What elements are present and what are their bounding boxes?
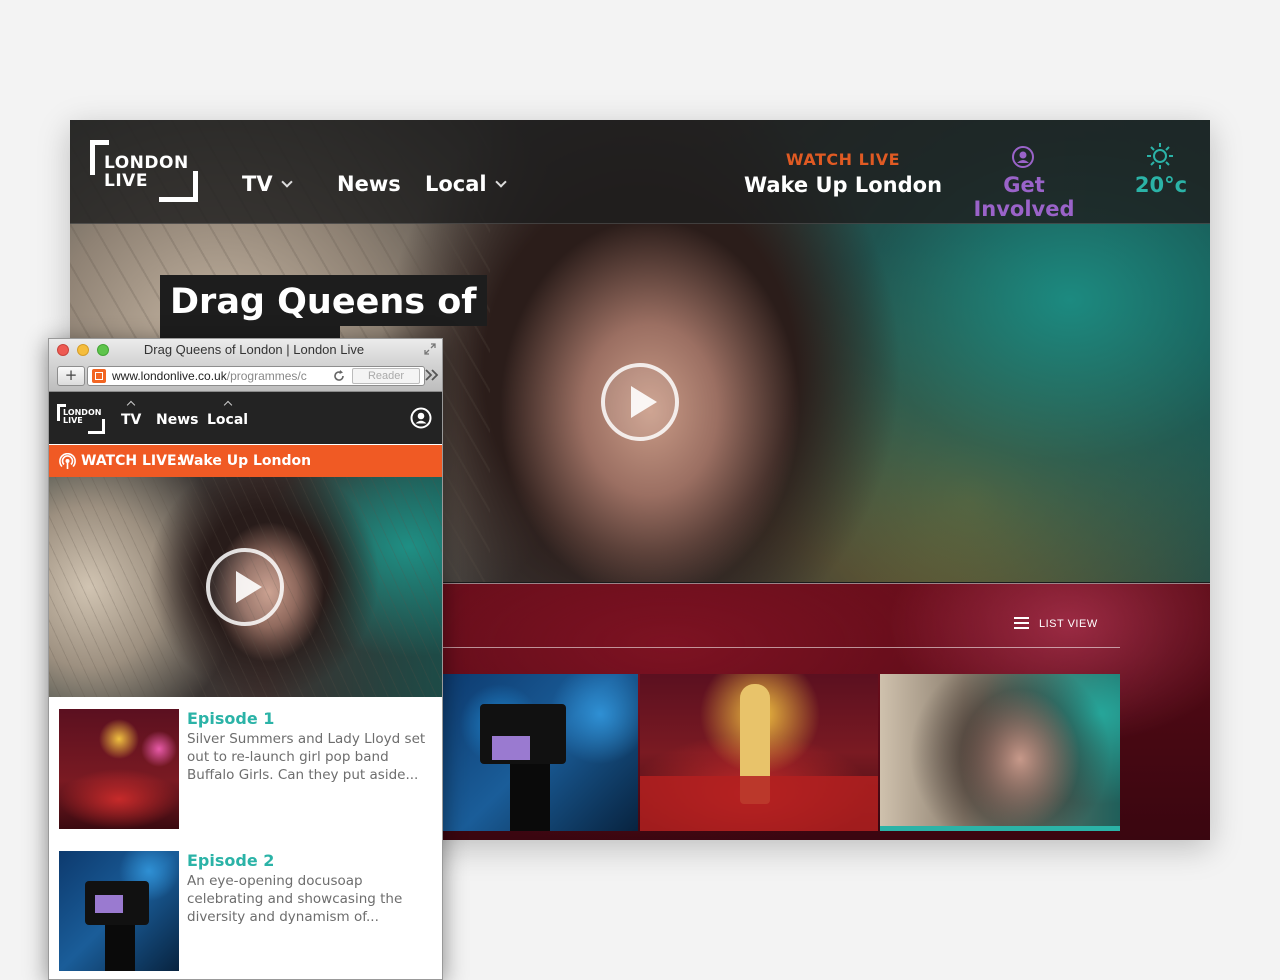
browser-window: Drag Queens of London | London Live + ww… (48, 338, 443, 980)
nav-news[interactable]: News (156, 412, 198, 428)
nav-news[interactable]: News (337, 172, 401, 196)
user-circle-icon[interactable] (410, 407, 432, 429)
nav-tv[interactable]: TV (242, 172, 293, 196)
divider (440, 647, 1120, 648)
episode-thumbnail-active[interactable] (880, 674, 1120, 831)
chevron-double-right-icon[interactable] (425, 369, 439, 381)
temperature: 20°c (1134, 173, 1188, 197)
url-host: www.londonlive.co.uk (112, 369, 227, 383)
camera-screen-shape (492, 736, 530, 760)
watch-live-show: Wake Up London (179, 453, 312, 469)
nav-tv[interactable]: TV (121, 400, 142, 428)
play-button-icon[interactable] (205, 547, 285, 627)
nav-local-label: Local (425, 172, 487, 196)
nav-local[interactable]: Local (425, 172, 507, 196)
reader-button[interactable]: Reader (352, 368, 420, 384)
close-icon[interactable] (57, 344, 69, 356)
user-circle-icon[interactable] (1012, 146, 1034, 168)
get-involved-link[interactable]: Get Involved (954, 173, 1094, 221)
nav-local-label: Local (207, 412, 249, 428)
minimize-icon[interactable] (77, 344, 89, 356)
browser-toolbar: + www.londonlive.co.uk/programmes/c Read… (49, 361, 442, 392)
episode-thumbnail[interactable] (640, 674, 878, 831)
watch-live-label: WATCH LIVE: (81, 453, 183, 469)
list-view-toggle[interactable]: LIST VIEW (1014, 617, 1098, 630)
top-navigation: LONDON LIVE TV News Local WATCH LIVE Wak… (70, 120, 1210, 224)
list-view-label: LIST VIEW (1039, 618, 1098, 630)
reload-icon[interactable] (332, 369, 346, 383)
add-bookmark-button[interactable]: + (57, 366, 85, 386)
episode-list: Episode 1 Silver Summers and Lady Lloyd … (49, 697, 442, 979)
nav-tv-label: TV (242, 172, 273, 196)
list-icon (1014, 617, 1029, 630)
london-live-logo[interactable]: LONDON LIVE (57, 404, 105, 434)
episode-thumbnail[interactable] (440, 674, 638, 831)
tripod-shape (510, 764, 550, 831)
chevron-down-icon (280, 176, 293, 188)
sofa-shape (640, 776, 878, 831)
mobile-navigation: LONDON LIVE TV News Local (49, 392, 442, 444)
logo-line-1: LONDON (104, 153, 189, 173)
chevron-up-icon (223, 400, 232, 410)
watch-live-label[interactable]: WATCH LIVE (758, 150, 928, 169)
camera-screen-shape (95, 895, 123, 913)
sun-icon (1147, 143, 1173, 169)
window-titlebar: Drag Queens of London | London Live (49, 339, 442, 361)
watch-live-show[interactable]: Wake Up London (740, 173, 946, 197)
chevron-up-icon (126, 400, 136, 410)
mobile-hero-image[interactable] (49, 477, 442, 697)
watch-live-bar[interactable]: WATCH LIVE: Wake Up London (49, 445, 442, 477)
episode-thumbnail[interactable] (59, 709, 179, 829)
episode-title[interactable]: Episode 1 (187, 709, 274, 728)
episode-thumbnail[interactable] (59, 851, 179, 971)
logo-text: LONDON LIVE (63, 409, 101, 425)
episode-title[interactable]: Episode 2 (187, 851, 274, 870)
london-live-logo[interactable]: LONDON LIVE (90, 140, 198, 202)
hero-title: Drag Queens of (160, 275, 487, 326)
url-path: /programmes/c (226, 369, 307, 383)
address-bar[interactable]: www.londonlive.co.uk/programmes/c Reader (87, 366, 425, 386)
window-title: Drag Queens of London | London Live (143, 342, 365, 357)
play-button-icon[interactable] (600, 362, 680, 442)
nav-news-label: News (156, 412, 199, 428)
tripod-shape (105, 925, 135, 971)
episode-description: An eye-opening docusoap celebrating and … (187, 873, 403, 925)
fullscreen-icon[interactable] (424, 343, 436, 355)
favicon-icon (92, 369, 106, 383)
nav-news-label: News (337, 172, 401, 196)
logo-line-2: LIVE (63, 416, 83, 425)
nav-local[interactable]: Local (207, 400, 249, 428)
logo-text: LONDON LIVE (104, 154, 189, 190)
chevron-down-icon (494, 176, 507, 188)
url-text: www.londonlive.co.uk/programmes/c (112, 369, 326, 383)
logo-line-2: LIVE (104, 171, 148, 191)
nav-tv-label: TV (121, 412, 142, 428)
broadcast-icon (59, 453, 76, 469)
episode-description: Silver Summers and Lady Lloyd set out to… (187, 731, 426, 783)
zoom-icon[interactable] (97, 344, 109, 356)
